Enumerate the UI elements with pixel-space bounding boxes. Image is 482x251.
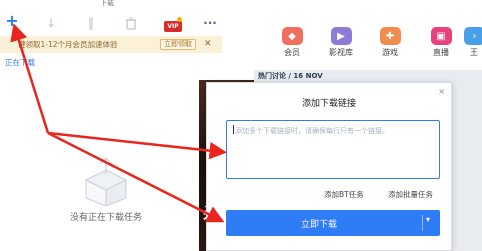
gamepad-icon: ✚ [379,27,401,45]
more-arrow-icon: › [464,27,482,45]
text-caret [233,125,234,134]
promo-text: 键领取1-12个月会员加速体验 [18,40,118,49]
download-link-input[interactable]: 添加多个下载链接时，请确保每行只有一个链接。 [226,120,440,179]
category-label: 游戏 [382,48,398,57]
dialog-title: 添加下载链接 [301,99,356,109]
button-divider [422,215,423,231]
trash-icon[interactable] [124,16,138,30]
link-placeholder: 添加多个下载链接时，请确保每行只有一个链接。 [235,127,389,135]
download-now-button[interactable]: 立即下载 ▾ [226,210,440,236]
empty-state-message: 没有正在下载任务 [70,213,143,223]
pause-icon[interactable]: ‖ [84,16,98,30]
tv-icon: ▣ [430,27,452,45]
category-live[interactable]: ▣ 直播 [423,27,459,58]
category-label: 王 [470,48,478,57]
add-bt-task-link[interactable]: 添加BT任务 [324,189,364,200]
category-movie-library[interactable]: ▶ 影视库 [323,27,359,58]
more-icon[interactable]: ··· [203,16,217,30]
category-more[interactable]: › 王 [464,27,482,58]
chevron-down-icon[interactable]: ▾ [426,215,430,224]
download-toolbar: + ↓ ‖ VIP ··· [0,8,228,32]
category-label: 会员 [284,48,300,57]
close-icon[interactable]: × [438,87,445,96]
category-game[interactable]: ✚ 游戏 [372,27,408,58]
category-vip[interactable]: ◆ 会员 [274,27,310,58]
promo-banner: 键领取1-12个月会员加速体验 立即领取 ✕ [0,36,222,53]
download-now-label: 立即下载 [300,220,337,230]
category-label: 直播 [433,48,449,57]
empty-box-icon [84,158,128,206]
vip-notification-dot [177,17,182,22]
top-title: 下载 [100,0,114,7]
plus-icon[interactable]: + [5,13,19,29]
tab-downloading[interactable]: 正在下载 [5,57,35,68]
promo-close-icon[interactable]: ✕ [204,39,212,49]
news-tag: 热门讨论 / 16 NOV [258,72,323,80]
film-icon: ▶ [330,27,352,45]
download-icon[interactable]: ↓ [44,16,58,30]
add-batch-task-link[interactable]: 添加批量任务 [388,189,433,200]
add-download-link-dialog: 添加下载链接 × 添加多个下载链接时，请确保每行只有一个链接。 添加BT任务 添… [206,82,452,251]
vip-badge[interactable]: VIP [164,21,182,32]
claim-button[interactable]: 立即领取 [160,39,196,50]
category-label: 影视库 [329,48,353,57]
diamond-icon: ◆ [281,27,303,45]
download-list-pane: 下载 + ↓ ‖ VIP ··· 键领取1-12个月会员加速体验 立即领取 ✕ … [0,0,228,251]
